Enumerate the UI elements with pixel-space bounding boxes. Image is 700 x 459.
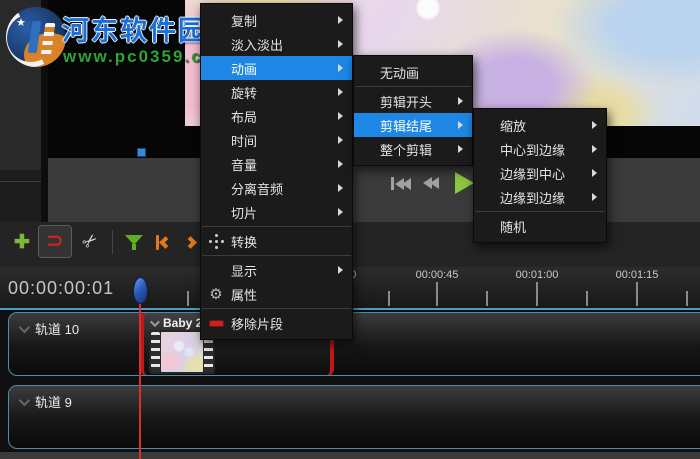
- ruler-tick: [586, 291, 588, 306]
- menu-item-transform[interactable]: 转换: [201, 229, 352, 253]
- menu-item-zoom[interactable]: 缩放: [474, 113, 606, 137]
- ruler-tick: [536, 282, 538, 306]
- video-editor-window: ✚ ⊃ ✂ 00:00:00:01 00:00:30 00:00:45 00:0…: [0, 0, 700, 459]
- menu-item-display[interactable]: 显示: [201, 258, 352, 282]
- submenu-arrow-icon: [338, 136, 343, 144]
- menu-item-center-to-edge[interactable]: 中心到边缘: [474, 137, 606, 161]
- submenu-arrow-icon: [458, 121, 463, 129]
- menu-separator: [475, 211, 605, 212]
- snapping-toggle[interactable]: ⊃: [38, 225, 72, 258]
- ruler-label: 00:01:15: [615, 269, 659, 281]
- toolbar-separator: [112, 230, 113, 254]
- submenu-arrow-icon: [338, 88, 343, 96]
- play-button[interactable]: [455, 172, 474, 194]
- submenu-arrow-icon: [592, 121, 597, 129]
- next-marker-button[interactable]: [180, 230, 200, 254]
- clip-end-submenu: 缩放 中心到边缘 边缘到中心 边缘到边缘 随机: [473, 108, 607, 243]
- animate-submenu: 无动画 剪辑开头 剪辑结尾 整个剪辑: [353, 55, 473, 166]
- ruler-label: 00:00:45: [415, 269, 459, 281]
- clip-label: Baby 2: [163, 316, 203, 330]
- submenu-arrow-icon: [592, 193, 597, 201]
- ruler-tick: [486, 291, 488, 306]
- menu-separator: [202, 308, 351, 309]
- add-track-button[interactable]: ✚: [8, 228, 36, 256]
- submenu-arrow-icon: [338, 64, 343, 72]
- menu-item-copy[interactable]: 复制: [201, 8, 352, 32]
- add-marker-button[interactable]: [120, 228, 148, 256]
- ruler-tick: [636, 282, 638, 306]
- submenu-arrow-icon: [338, 112, 343, 120]
- ruler-label: 00:01:00: [515, 269, 559, 281]
- menu-separator: [202, 226, 351, 227]
- rewind-button[interactable]: [423, 177, 439, 189]
- jump-to-start-button[interactable]: [391, 177, 411, 190]
- menu-item-time[interactable]: 时间: [201, 128, 352, 152]
- site-logo-icon: ★: [6, 7, 66, 67]
- submenu-arrow-icon: [338, 184, 343, 192]
- menu-item-edge-to-center[interactable]: 边缘到中心: [474, 161, 606, 185]
- submenu-arrow-icon: [592, 169, 597, 177]
- snapping-magnet-icon: ⊃: [46, 230, 64, 252]
- menu-item-separate-audio[interactable]: 分离音频: [201, 176, 352, 200]
- menu-separator: [355, 86, 471, 87]
- track-label: 轨道 9: [35, 395, 72, 410]
- menu-item-clip-end[interactable]: 剪辑结尾: [354, 113, 472, 137]
- jump-to-start-icon: [391, 177, 394, 190]
- transform-handle[interactable]: [137, 148, 146, 157]
- ruler-tick: [388, 291, 390, 306]
- ruler-tick: [686, 291, 688, 306]
- menu-item-no-animation[interactable]: 无动画: [354, 60, 472, 84]
- menu-item-random[interactable]: 随机: [474, 214, 606, 238]
- menu-item-animate[interactable]: 动画: [201, 56, 352, 80]
- menu-item-edge-to-edge[interactable]: 边缘到边缘: [474, 185, 606, 209]
- remove-clip-icon: [205, 313, 227, 333]
- razor-scissors-icon: ✂: [77, 228, 102, 254]
- menu-item-fade[interactable]: 淡入淡出: [201, 32, 352, 56]
- watermark-site-url: www.pc0359.cn: [63, 47, 215, 66]
- add-track-icon: ✚: [14, 231, 30, 253]
- submenu-arrow-icon: [338, 40, 343, 48]
- track-label: 轨道 10: [35, 322, 80, 337]
- menu-item-slice[interactable]: 切片: [201, 200, 352, 224]
- ruler-tick: [436, 282, 438, 306]
- playhead-line[interactable]: [139, 280, 141, 459]
- menu-item-volume[interactable]: 音量: [201, 152, 352, 176]
- gear-icon: ⚙: [209, 286, 223, 303]
- playhead-timecode: 00:00:00:01: [8, 278, 115, 298]
- transform-icon: [205, 231, 227, 251]
- filmstrip-sprockets: [151, 332, 160, 372]
- menu-item-properties[interactable]: ⚙ 属性: [201, 282, 352, 306]
- menu-item-clip-start[interactable]: 剪辑开头: [354, 89, 472, 113]
- submenu-arrow-icon: [338, 160, 343, 168]
- ruler-tick: [187, 291, 189, 306]
- menu-item-rotate[interactable]: 旋转: [201, 80, 352, 104]
- submenu-arrow-icon: [338, 16, 343, 24]
- menu-item-entire-clip[interactable]: 整个剪辑: [354, 137, 472, 161]
- submenu-arrow-icon: [338, 266, 343, 274]
- submenu-arrow-icon: [458, 97, 463, 105]
- menu-item-remove-clip[interactable]: 移除片段: [201, 311, 352, 335]
- menu-item-layout[interactable]: 布局: [201, 104, 352, 128]
- submenu-arrow-icon: [338, 208, 343, 216]
- chevron-down-icon[interactable]: [18, 394, 31, 406]
- next-marker-icon: [183, 235, 197, 249]
- clip-thumbnail-image: [161, 332, 203, 372]
- previous-marker-button[interactable]: [150, 230, 176, 254]
- track-row-10[interactable]: 轨道 10: [8, 312, 700, 376]
- track-row-9[interactable]: 轨道 9: [8, 385, 700, 449]
- chevron-down-icon[interactable]: [18, 321, 31, 333]
- play-icon: [455, 172, 474, 194]
- menu-separator: [202, 255, 351, 256]
- submenu-arrow-icon: [592, 145, 597, 153]
- chevron-down-icon[interactable]: [149, 316, 160, 327]
- watermark-site-name: 河东软件园: [62, 16, 207, 46]
- clip-context-menu: 复制 淡入淡出 动画 旋转 布局 时间 音量 分离音频 切片 转换 显示 ⚙ 属…: [200, 3, 353, 340]
- horizontal-scrollbar[interactable]: [0, 452, 700, 459]
- playhead-marker[interactable]: [133, 277, 148, 304]
- star-icon: ★: [16, 17, 26, 29]
- submenu-arrow-icon: [458, 145, 463, 153]
